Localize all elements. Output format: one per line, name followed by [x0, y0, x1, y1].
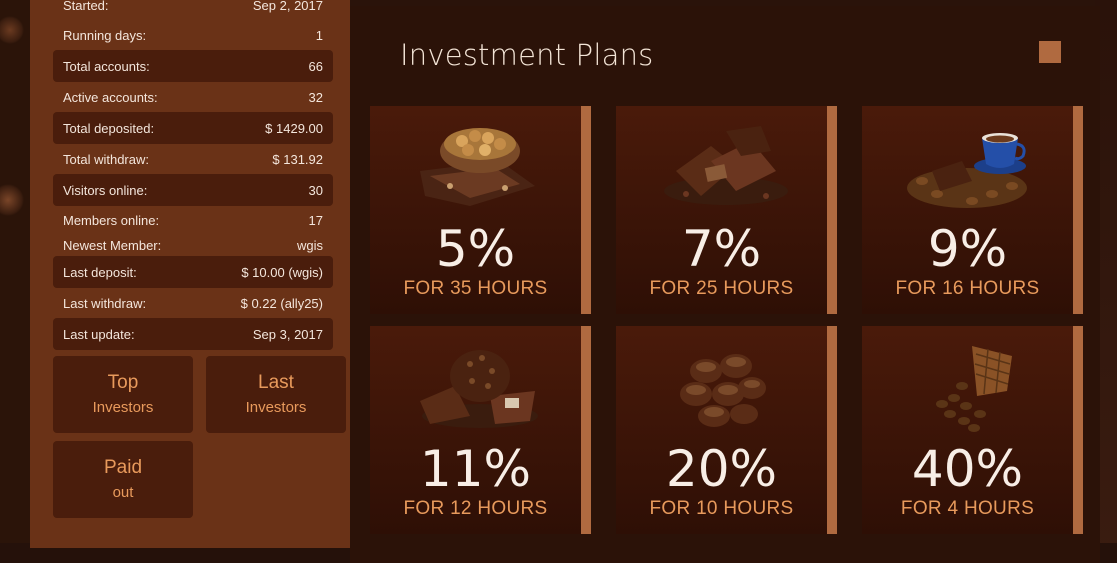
plan-card-1[interactable]: 5% FOR 35 HOURS [370, 106, 591, 314]
card-accent-bar [581, 106, 591, 314]
plan-card-5[interactable]: 20% FOR 10 HOURS [616, 326, 837, 534]
stat-label: Total deposited: [63, 120, 155, 136]
stat-row-running-days: Running days: 1 [53, 20, 333, 50]
stat-row-total-deposited: Total deposited: $ 1429.00 [53, 112, 333, 144]
statistics-panel: Started: Sep 2, 2017 Running days: 1 Tot… [30, 0, 350, 548]
button-label-line1: Last [258, 371, 294, 393]
button-label-line2: Investors [92, 398, 154, 416]
stat-value: $ 0.22 (ally25) [240, 295, 323, 311]
stat-value: Sep 3, 2017 [252, 326, 323, 342]
card-accent-bar [581, 326, 591, 534]
stat-value: 1 [315, 27, 323, 43]
chocolate-truffle-icon [420, 350, 538, 428]
top-investors-button[interactable]: Top Investors [53, 356, 193, 433]
plan-card-2[interactable]: 7% FOR 25 HOURS [616, 106, 837, 314]
menu-square-icon[interactable] [1039, 41, 1061, 63]
stat-label: Last update: [63, 326, 135, 342]
stat-row-members-online: Members online: 17 [53, 206, 333, 234]
stat-row-total-withdraw: Total withdraw: $ 131.92 [53, 144, 333, 174]
stat-value: $ 1429.00 [265, 120, 323, 136]
button-label-line1: Paid [103, 456, 143, 478]
stat-row-newest-member: Newest Member: wgis [53, 234, 333, 256]
plan-duration: FOR 35 HOURS [403, 278, 548, 299]
hazelnut-chocolate-icon [420, 128, 535, 206]
stat-value: wgis [296, 237, 323, 253]
stat-label: Total withdraw: [63, 151, 149, 167]
plan-card-3[interactable]: 9% FOR 16 HOURS [862, 106, 1083, 314]
coffee-cup-beans-icon [907, 133, 1027, 208]
plan-duration: FOR 12 HOURS [403, 498, 548, 519]
stat-row-last-deposit: Last deposit: $ 10.00 (wgis) [53, 256, 333, 288]
button-label-line2: out [112, 483, 134, 501]
stat-value: $ 10.00 (wgis) [241, 264, 323, 280]
stat-row-last-withdraw: Last withdraw: $ 0.22 (ally25) [53, 288, 333, 318]
card-accent-bar [1073, 326, 1083, 534]
stat-label: Members online: [63, 212, 160, 228]
card-accent-bar [1073, 106, 1083, 314]
stat-value: Sep 2, 2017 [252, 0, 323, 13]
investment-plans-section: Investment Plans 5% FOR 35 HOURS 7% FOR … [350, 6, 1100, 563]
stat-row-last-update: Last update: Sep 3, 2017 [53, 318, 333, 350]
plan-card-4[interactable]: 11% FOR 12 HOURS [370, 326, 591, 534]
stat-label: Total accounts: [63, 58, 150, 74]
stat-value: $ 131.92 [272, 151, 323, 167]
plan-duration: FOR 10 HOURS [649, 498, 794, 519]
paid-out-button[interactable]: Paid out [53, 441, 193, 518]
chocolate-pieces-icon [664, 126, 788, 205]
stat-label: Last deposit: [63, 264, 137, 280]
statistics-list: Started: Sep 2, 2017 Running days: 1 Tot… [53, 0, 333, 350]
plan-percent: 20% [665, 440, 778, 498]
stat-label: Running days: [63, 27, 147, 43]
card-accent-bar [827, 106, 837, 314]
card-accent-bar [827, 326, 837, 534]
plan-percent: 7% [681, 220, 762, 278]
plan-percent: 11% [419, 440, 532, 498]
plan-percent: 40% [911, 440, 1024, 498]
stat-row-visitors-online: Visitors online: 30 [53, 174, 333, 206]
stat-label: Visitors online: [63, 182, 148, 198]
background-decor-left [0, 0, 30, 563]
stat-row-started: Started: Sep 2, 2017 [53, 0, 333, 20]
stat-value: 66 [308, 58, 323, 74]
page-title: Investment Plans [400, 38, 654, 72]
stat-value: 17 [308, 212, 323, 228]
coffee-sack-beans-icon [936, 346, 1012, 432]
button-label-line2: Investors [245, 398, 307, 416]
last-investors-button[interactable]: Last Investors [206, 356, 346, 433]
stat-label: Active accounts: [63, 89, 158, 105]
stat-row-total-accounts: Total accounts: 66 [53, 50, 333, 82]
stat-label: Newest Member: [63, 237, 162, 253]
button-label-line1: Top [107, 371, 139, 393]
plan-card-6[interactable]: 40% FOR 4 HOURS [862, 326, 1083, 534]
chocolate-candies-icon [680, 354, 766, 427]
plan-duration: FOR 4 HOURS [900, 498, 1035, 519]
plan-percent: 5% [435, 220, 516, 278]
plan-percent: 9% [927, 220, 1008, 278]
plan-duration: FOR 16 HOURS [895, 278, 1040, 299]
stat-label: Last withdraw: [63, 295, 147, 311]
stat-value: 32 [308, 89, 323, 105]
stat-value: 30 [308, 182, 323, 198]
stat-label: Started: [63, 0, 109, 13]
stat-row-active-accounts: Active accounts: 32 [53, 82, 333, 112]
plan-duration: FOR 25 HOURS [649, 278, 794, 299]
